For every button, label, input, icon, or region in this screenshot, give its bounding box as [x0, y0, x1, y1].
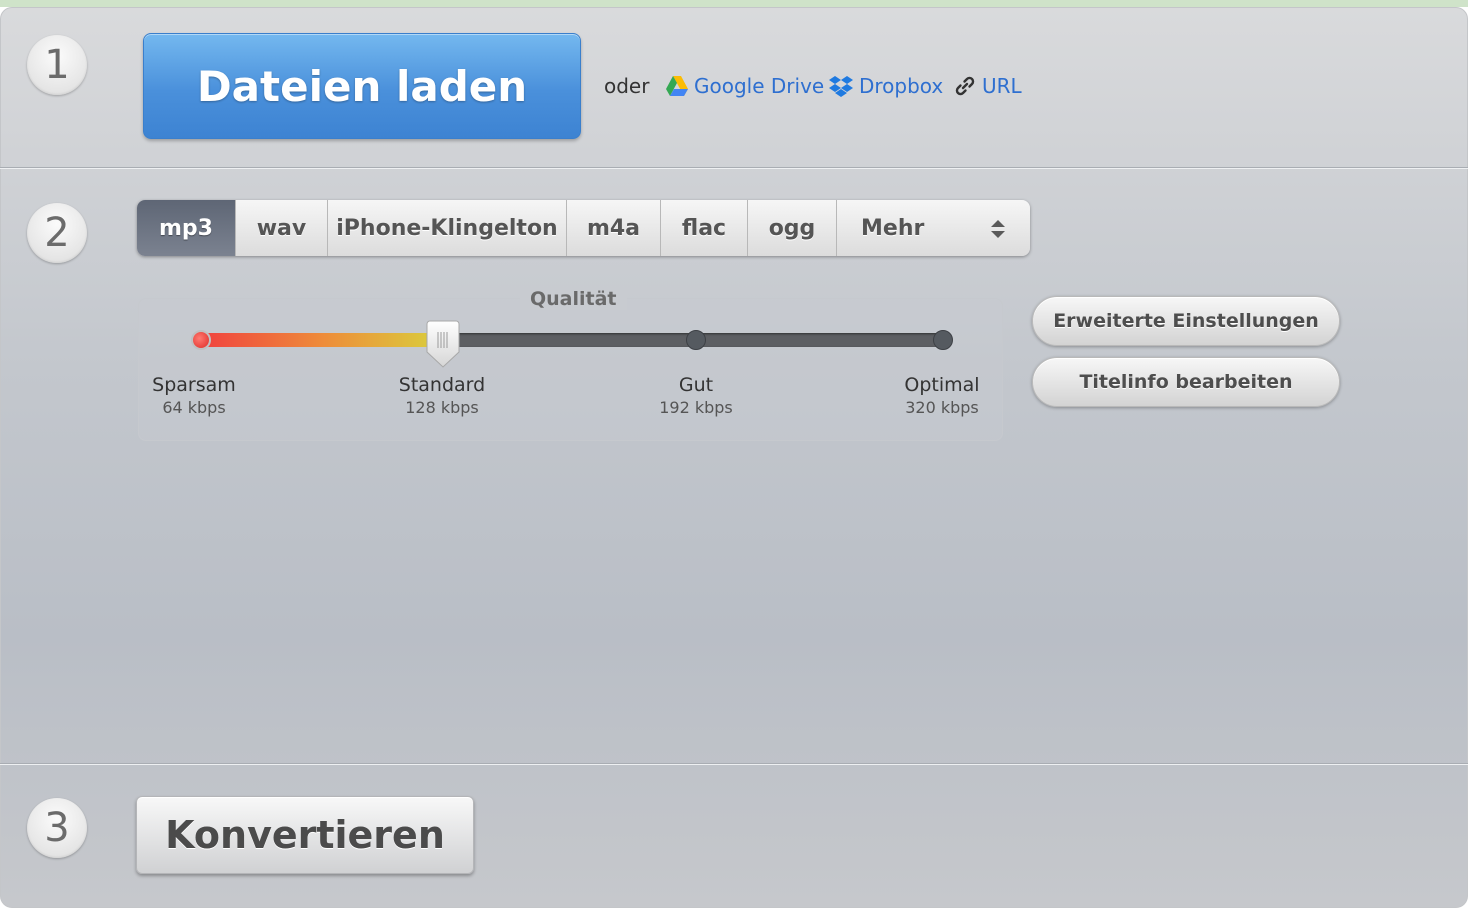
quality-legend: Qualität: [520, 288, 627, 310]
load-files-button[interactable]: Dateien laden: [143, 33, 581, 139]
or-label: oder: [604, 74, 650, 98]
converter-panel: [0, 7, 1468, 908]
url-label: URL: [982, 74, 1022, 98]
edit-title-info-button[interactable]: Titelinfo bearbeiten: [1032, 357, 1340, 407]
slider-stop-optimal[interactable]: [933, 330, 953, 350]
tab-ogg[interactable]: ogg: [748, 200, 837, 256]
google-drive-link[interactable]: Google Drive: [666, 74, 824, 98]
google-drive-icon: [666, 76, 688, 96]
slider-stop-gut[interactable]: [686, 330, 706, 350]
step-2-badge: 2: [27, 203, 87, 263]
google-drive-label: Google Drive: [694, 74, 825, 98]
more-formats-select[interactable]: Mehr: [837, 200, 1030, 256]
url-link[interactable]: URL: [954, 74, 1022, 98]
up-down-arrows-icon: [990, 217, 1006, 241]
quality-level-name: Optimal: [904, 374, 980, 396]
quality-slider-handle[interactable]: [426, 320, 460, 368]
top-strip: [0, 0, 1468, 7]
dropbox-label: Dropbox: [859, 74, 944, 98]
quality-level-gut[interactable]: Gut 192 kbps: [646, 374, 746, 417]
convert-button[interactable]: Konvertieren: [136, 796, 474, 874]
quality-level-bitrate: 320 kbps: [905, 398, 979, 417]
section-divider: [0, 167, 1468, 169]
tab-wav[interactable]: wav: [236, 200, 328, 256]
advanced-settings-button[interactable]: Erweiterte Einstellungen: [1032, 296, 1340, 346]
quality-level-name: Gut: [678, 374, 714, 396]
dropbox-link[interactable]: Dropbox: [829, 74, 943, 98]
more-formats-label: Mehr: [861, 215, 925, 241]
step-1-badge: 1: [27, 35, 87, 95]
slider-stop-sparsam[interactable]: [191, 330, 211, 350]
quality-level-bitrate: 128 kbps: [405, 398, 479, 417]
quality-level-standard[interactable]: Standard 128 kbps: [382, 374, 502, 417]
section-divider: [0, 763, 1468, 765]
quality-level-sparsam[interactable]: Sparsam 64 kbps: [144, 374, 244, 417]
quality-level-name: Standard: [398, 374, 486, 396]
format-tabs: mp3 wav iPhone-Klingelton m4a flac ogg M…: [137, 200, 1030, 256]
step-3-badge: 3: [27, 798, 87, 858]
quality-level-bitrate: 192 kbps: [659, 398, 733, 417]
quality-slider-fill: [200, 333, 443, 347]
tab-iphone-ringtone[interactable]: iPhone-Klingelton: [328, 200, 567, 256]
tab-m4a[interactable]: m4a: [567, 200, 661, 256]
quality-level-optimal[interactable]: Optimal 320 kbps: [892, 374, 992, 417]
tab-mp3[interactable]: mp3: [137, 200, 236, 256]
dropbox-icon: [829, 75, 853, 97]
tab-flac[interactable]: flac: [661, 200, 748, 256]
quality-fieldset: [138, 298, 1003, 441]
quality-level-name: Sparsam: [152, 374, 236, 396]
link-icon: [954, 75, 976, 97]
quality-level-bitrate: 64 kbps: [162, 398, 226, 417]
